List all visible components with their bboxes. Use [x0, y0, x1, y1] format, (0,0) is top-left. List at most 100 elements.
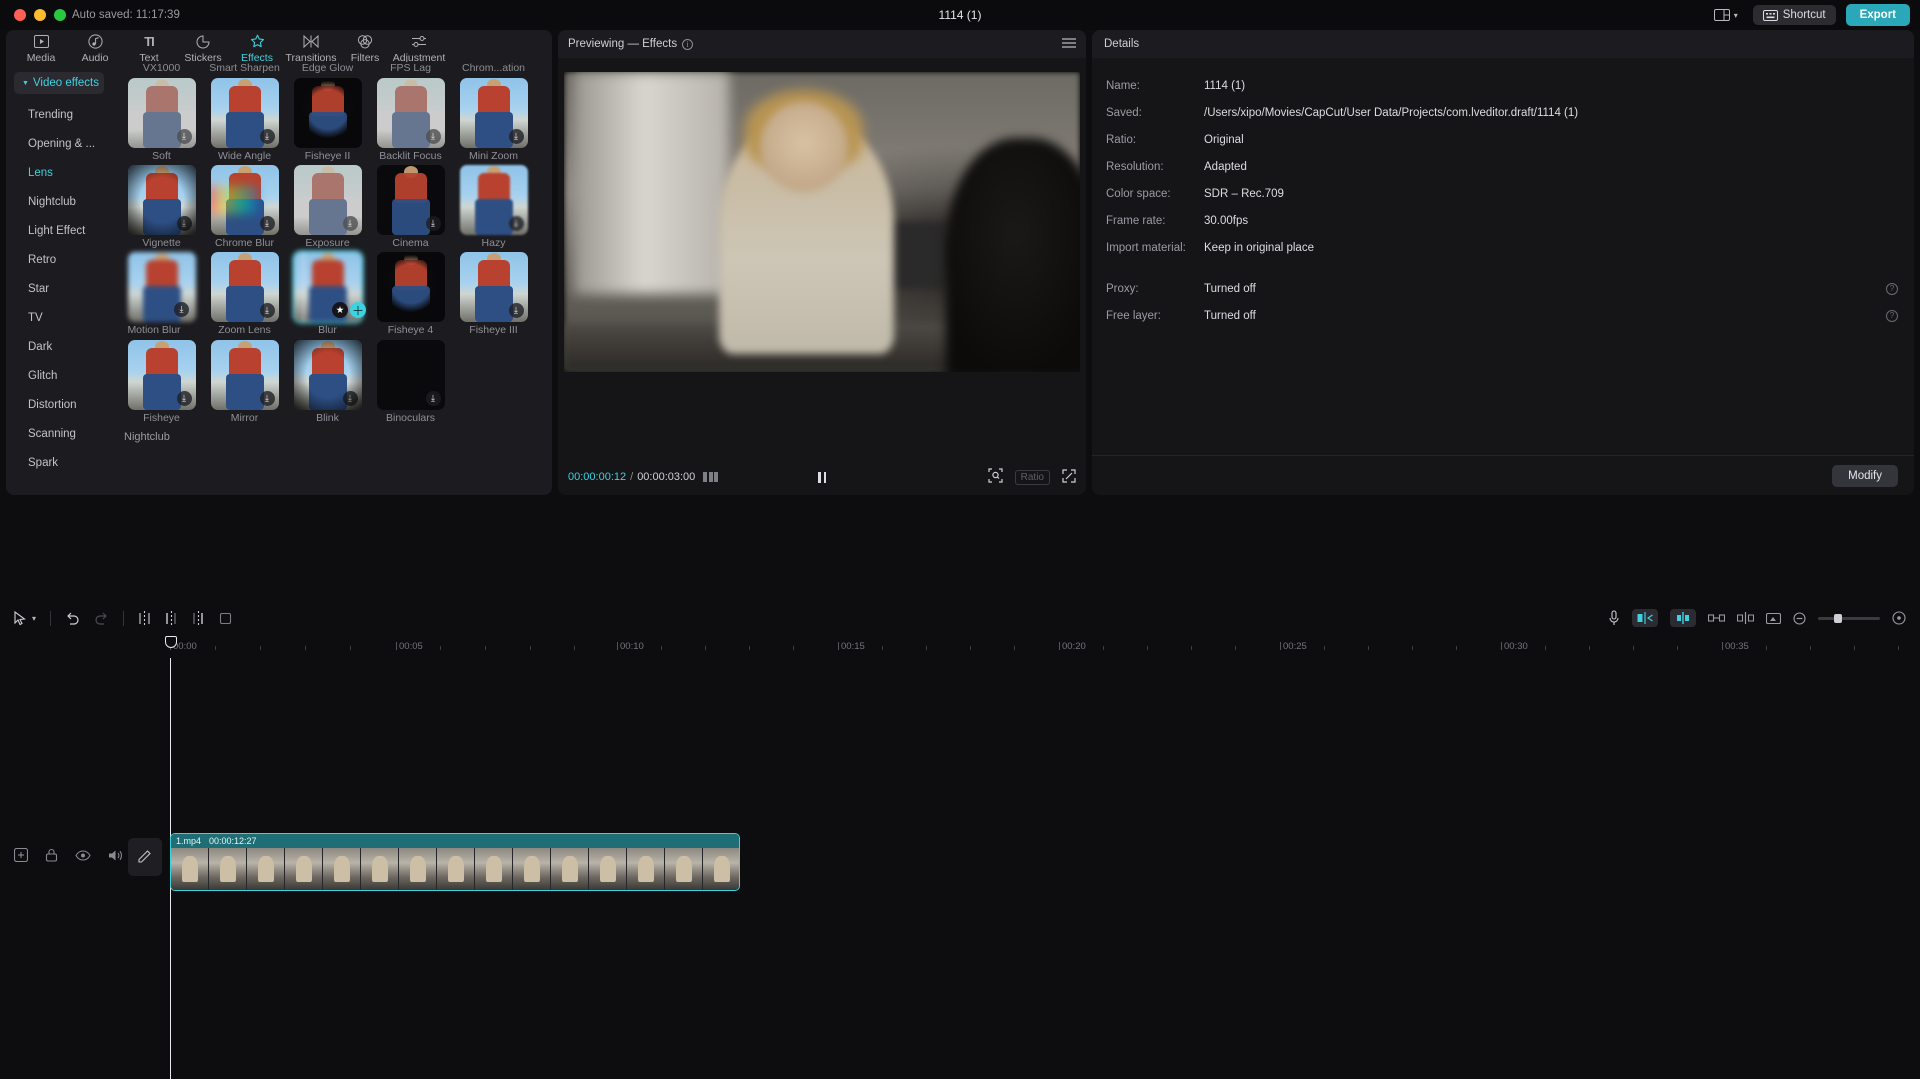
- microphone-icon[interactable]: [1608, 610, 1620, 626]
- effect-thumbnail[interactable]: ⤓: [127, 340, 196, 410]
- zoom-slider[interactable]: [1818, 613, 1880, 623]
- sidebar-item-opening[interactable]: Opening & ...: [6, 129, 112, 158]
- lock-icon[interactable]: [45, 848, 58, 865]
- effect-item-blink[interactable]: ⤓ Blink: [286, 340, 369, 424]
- effect-item-chrome-blur[interactable]: ⤓ Chrome Blur: [203, 165, 286, 249]
- sidebar-item-tv[interactable]: TV: [6, 303, 112, 332]
- sidebar-item-nightclub[interactable]: Nightclub: [6, 187, 112, 216]
- edit-track-button[interactable]: [128, 838, 162, 876]
- effect-thumbnail[interactable]: ⤓: [210, 252, 279, 322]
- ratio-badge[interactable]: Ratio: [1014, 469, 1050, 485]
- split-icon[interactable]: [138, 610, 151, 626]
- effect-item-binoculars[interactable]: ⤓ Binoculars: [369, 340, 452, 424]
- download-icon[interactable]: ⤓: [425, 129, 441, 144]
- sidebar-item-star[interactable]: Star: [6, 274, 112, 303]
- effect-item-soft[interactable]: ⤓ Soft: [120, 78, 203, 162]
- fullscreen-icon[interactable]: [1062, 468, 1076, 486]
- sidebar-item-dark[interactable]: Dark: [6, 332, 112, 361]
- download-icon[interactable]: ⤓: [342, 129, 358, 144]
- effect-thumbnail[interactable]: ⤓: [459, 252, 528, 322]
- pause-icon[interactable]: [818, 471, 826, 483]
- tab-media[interactable]: Media: [14, 30, 68, 64]
- download-icon[interactable]: ⤓: [176, 216, 192, 231]
- download-icon[interactable]: ⤓: [425, 391, 441, 406]
- download-icon[interactable]: ⤓: [176, 391, 192, 406]
- download-icon[interactable]: ⤓: [176, 129, 192, 144]
- effect-thumbnail[interactable]: ⤓: [210, 78, 279, 148]
- effect-item-vignette[interactable]: ⤓ Vignette: [120, 165, 203, 249]
- sidebar-item-light-effect[interactable]: Light Effect: [6, 216, 112, 245]
- tab-filters[interactable]: Filters: [338, 30, 392, 64]
- trim-left-icon[interactable]: [165, 610, 178, 626]
- plus-icon[interactable]: ＋: [350, 302, 366, 318]
- volume-icon[interactable]: [108, 849, 123, 865]
- playhead-handle[interactable]: [164, 636, 177, 648]
- effect-item-wide-angle[interactable]: ⤓ Wide Angle: [203, 78, 286, 162]
- effect-item-hazy[interactable]: ⤓ Hazy: [452, 165, 535, 249]
- undo-icon[interactable]: [65, 612, 80, 625]
- effect-item-mini-zoom[interactable]: ⤓ Mini Zoom: [452, 78, 535, 162]
- download-icon[interactable]: ⤓: [508, 129, 524, 144]
- effect-thumbnail[interactable]: ⤓: [127, 78, 196, 148]
- star-icon[interactable]: ★: [332, 302, 348, 318]
- download-icon[interactable]: ⤓: [342, 216, 358, 231]
- help-icon[interactable]: ?: [1886, 309, 1898, 322]
- tab-audio[interactable]: Audio: [68, 30, 122, 64]
- download-icon[interactable]: ⤓: [508, 216, 524, 231]
- effect-item-fisheye-iii[interactable]: ⤓ Fisheye III: [452, 252, 535, 337]
- keyframe-icon[interactable]: [1766, 612, 1781, 625]
- zoom-slider-handle[interactable]: [1834, 613, 1842, 623]
- effect-item-blur[interactable]: ★ ＋ Blur: [286, 252, 369, 337]
- magnet-snap-icon[interactable]: [1670, 609, 1696, 627]
- tab-stickers[interactable]: Stickers: [176, 30, 230, 64]
- effect-thumbnail[interactable]: ⤓: [376, 340, 445, 410]
- trim-right-icon[interactable]: [192, 610, 205, 626]
- sidebar-item-video-effects[interactable]: ▼ Video effects: [14, 72, 104, 94]
- sidebar-item-distortion[interactable]: Distortion: [6, 390, 112, 419]
- effect-thumbnail[interactable]: ⤓: [376, 78, 445, 148]
- modify-button[interactable]: Modify: [1832, 464, 1898, 487]
- fit-timeline-icon[interactable]: [1892, 611, 1906, 625]
- timeline-ruler[interactable]: 00:00 00:05 00:10 00:15 00:20 00:25 00:3…: [0, 636, 1920, 658]
- effect-thumbnail[interactable]: ⤓: [210, 340, 279, 410]
- effect-item-fisheye[interactable]: ⤓ Fisheye: [120, 340, 203, 424]
- effect-item-exposure[interactable]: ⤓ Exposure: [286, 165, 369, 249]
- download-icon[interactable]: ⤓: [259, 391, 275, 406]
- sidebar-item-spark[interactable]: Spark: [6, 448, 112, 477]
- chevron-down-icon[interactable]: ▾: [32, 614, 36, 623]
- download-icon[interactable]: ⤓: [508, 303, 524, 318]
- effect-thumbnail[interactable]: ⤓: [459, 78, 528, 148]
- effect-thumbnail[interactable]: ⤓: [376, 252, 445, 322]
- sidebar-item-lens[interactable]: Lens: [6, 158, 112, 187]
- download-icon[interactable]: ⤓: [425, 303, 441, 318]
- mirror-icon[interactable]: [1632, 609, 1658, 627]
- download-icon[interactable]: ⤓: [259, 303, 275, 318]
- effect-item-mirror[interactable]: ⤓ Mirror: [203, 340, 286, 424]
- tab-text[interactable]: TI Text: [122, 30, 176, 64]
- eye-icon[interactable]: [75, 849, 91, 864]
- timeline-clip[interactable]: 1.mp4 00:00:12:27: [170, 833, 740, 891]
- crop-clip-icon[interactable]: [219, 612, 232, 625]
- download-icon[interactable]: ⤓: [342, 391, 358, 406]
- download-icon[interactable]: ⤓: [425, 216, 441, 231]
- sidebar-item-retro[interactable]: Retro: [6, 245, 112, 274]
- effect-item-cinema[interactable]: ⤓ Cinema: [369, 165, 452, 249]
- effect-thumbnail[interactable]: ⤓: [210, 165, 279, 235]
- effect-thumbnail[interactable]: ⤓: [127, 165, 196, 235]
- effect-thumbnail[interactable]: ⤓: [293, 165, 362, 235]
- effect-thumbnail[interactable]: ⤓: [293, 78, 362, 148]
- effect-item-fisheye-4[interactable]: ⤓ Fisheye 4: [369, 252, 452, 337]
- select-tool-icon[interactable]: [14, 610, 27, 626]
- sidebar-item-trending[interactable]: Trending: [6, 100, 112, 129]
- tab-adjustment[interactable]: Adjustment: [392, 30, 446, 64]
- effects-category-list[interactable]: ▼ Video effects Trending Opening & ... L…: [6, 62, 112, 495]
- zoom-out-icon[interactable]: [1793, 611, 1806, 625]
- export-button[interactable]: Export: [1845, 4, 1910, 26]
- effect-item-zoom-lens[interactable]: ⤓ Zoom Lens: [203, 252, 286, 337]
- download-icon[interactable]: ⤓: [259, 216, 275, 231]
- help-icon[interactable]: ?: [1886, 282, 1898, 295]
- link-icon[interactable]: [1708, 612, 1725, 624]
- effect-thumbnail[interactable]: ⤓: [376, 165, 445, 235]
- add-track-icon[interactable]: [13, 847, 29, 865]
- download-icon[interactable]: ⤓: [174, 302, 189, 317]
